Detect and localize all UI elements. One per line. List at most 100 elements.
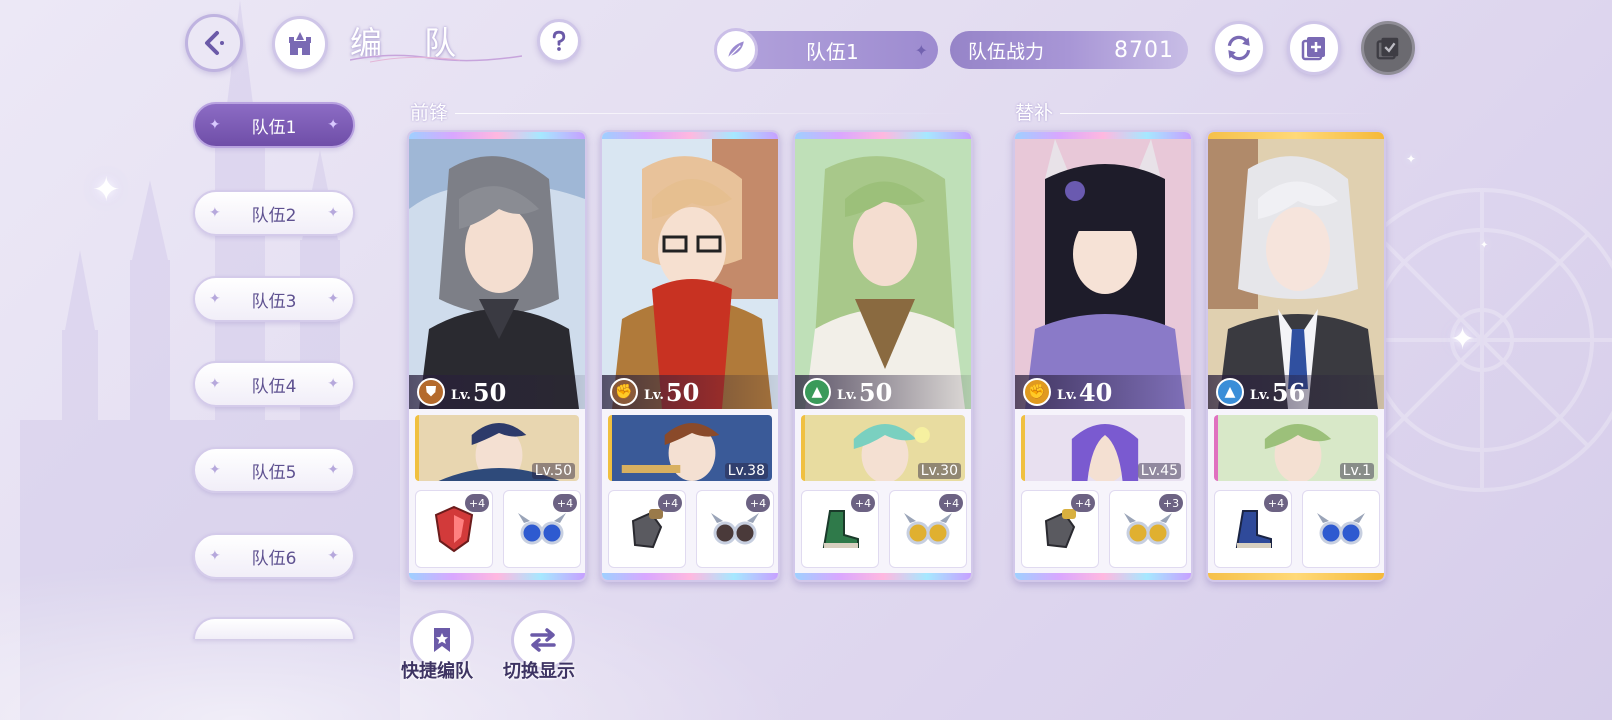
equip-plus: +4 bbox=[658, 494, 682, 512]
partner-slot[interactable]: Lv.50 bbox=[415, 415, 579, 481]
partner-level: Lv.1 bbox=[1339, 463, 1374, 479]
refresh-button[interactable] bbox=[1212, 21, 1266, 75]
equip-slot-2[interactable]: +4 bbox=[889, 490, 967, 568]
section-label-reserve: 替补 bbox=[1015, 102, 1054, 124]
equip-slot-1[interactable]: +4 bbox=[415, 490, 493, 568]
character-card-5[interactable]: ▲ Lv. 56 Lv.1 +4 bbox=[1206, 130, 1386, 582]
equip-plus: +4 bbox=[939, 494, 963, 512]
help-button[interactable] bbox=[537, 19, 581, 63]
partner-level: Lv.38 bbox=[724, 463, 768, 479]
team-power: 队伍战力 8701 bbox=[950, 31, 1188, 69]
character-level: 50 bbox=[858, 377, 893, 407]
team-tab-label: 队伍3 bbox=[251, 291, 297, 312]
level-prefix: Lv. bbox=[1057, 387, 1077, 403]
character-portrait bbox=[602, 139, 778, 409]
fist-class-icon: ✊ bbox=[1023, 378, 1051, 406]
team-tab-label: 队伍4 bbox=[251, 376, 297, 397]
sparkle-icon: ✦ bbox=[327, 462, 339, 478]
sparkle-icon: ✦ bbox=[209, 205, 221, 221]
current-team-name: 队伍1 bbox=[806, 39, 859, 64]
boot-class-icon: ▲ bbox=[803, 378, 831, 406]
partner-slot[interactable]: Lv.1 bbox=[1214, 415, 1378, 481]
fist-class-icon: ✊ bbox=[610, 378, 638, 406]
partner-level: Lv.45 bbox=[1137, 463, 1181, 479]
equip-slot-1[interactable]: +4 bbox=[801, 490, 879, 568]
sparkle-icon: ✦ bbox=[327, 376, 339, 392]
character-level: 50 bbox=[472, 377, 507, 407]
add-team-button[interactable] bbox=[1287, 21, 1341, 75]
sparkle-icon: ✦ bbox=[1450, 322, 1476, 357]
character-card-3[interactable]: ▲ Lv. 50 Lv.30 +4 +4 bbox=[793, 130, 973, 582]
switch-display-label: 切换显示 bbox=[503, 661, 575, 682]
team-tab-5[interactable]: ✦ 队伍5 ✦ bbox=[193, 447, 355, 493]
partner-slot[interactable]: Lv.30 bbox=[801, 415, 965, 481]
character-card-2[interactable]: ✊ Lv. 50 Lv.38 +4 +4 bbox=[600, 130, 780, 582]
shield-class-icon: ⛊ bbox=[417, 378, 445, 406]
sparkle-icon: ✦ bbox=[209, 376, 221, 392]
team-tab-1[interactable]: ✦ 队伍1 ✦ bbox=[193, 102, 355, 148]
add-copy-icon bbox=[1301, 37, 1325, 61]
sparkle-icon: ✦ bbox=[327, 548, 339, 564]
equip-slot-2[interactable]: +4 bbox=[503, 490, 581, 568]
back-button[interactable] bbox=[185, 14, 243, 72]
character-portrait bbox=[1015, 139, 1191, 409]
level-bar: ▲ Lv. 56 bbox=[1208, 375, 1384, 409]
team-tab-2[interactable]: ✦ 队伍2 ✦ bbox=[193, 190, 355, 236]
equip-plus: +4 bbox=[746, 494, 770, 512]
character-card-1[interactable]: ⛊ Lv. 50 Lv.50 +4 +4 bbox=[407, 130, 587, 582]
partner-slot[interactable]: Lv.45 bbox=[1021, 415, 1185, 481]
team-tab-4[interactable]: ✦ 队伍4 ✦ bbox=[193, 361, 355, 407]
character-level: 40 bbox=[1078, 377, 1113, 407]
equip-plus: +4 bbox=[851, 494, 875, 512]
feather-icon bbox=[727, 41, 744, 59]
equip-slot-1[interactable]: +4 bbox=[608, 490, 686, 568]
title-underline-decoration bbox=[350, 54, 522, 63]
equip-slot-2[interactable]: +4 bbox=[696, 490, 774, 568]
equip-plus: +4 bbox=[1264, 494, 1288, 512]
sparkle-icon: ✦ bbox=[1406, 152, 1417, 166]
boot-class-icon: ▲ bbox=[1216, 378, 1244, 406]
question-icon bbox=[552, 30, 566, 51]
sparkle-icon: ✦ bbox=[209, 548, 221, 564]
character-card-4[interactable]: ✊ Lv. 40 Lv.45 +4 +3 bbox=[1013, 130, 1193, 582]
level-prefix: Lv. bbox=[451, 387, 471, 403]
partner-level: Lv.30 bbox=[917, 463, 961, 479]
team-tab-7-partial[interactable] bbox=[193, 617, 355, 639]
partner-slot[interactable]: Lv.38 bbox=[608, 415, 772, 481]
bookmark-star-icon bbox=[434, 628, 450, 652]
equip-plus: +4 bbox=[1071, 494, 1095, 512]
swap-arrows-icon bbox=[530, 628, 556, 652]
team-selector[interactable]: 队伍1 ✦ bbox=[714, 28, 938, 72]
sparkle-icon: ✦ bbox=[92, 170, 121, 210]
section-divider bbox=[1060, 113, 1380, 114]
team-tab-label: 队伍6 bbox=[251, 548, 297, 569]
checklist-icon bbox=[1376, 37, 1399, 60]
equip-slot-2[interactable]: +3 bbox=[1109, 490, 1187, 568]
team-emblem bbox=[714, 28, 758, 72]
level-prefix: Lv. bbox=[644, 387, 664, 403]
castle-icon bbox=[289, 32, 311, 55]
character-level: 56 bbox=[1271, 377, 1306, 407]
equip-slot-2[interactable] bbox=[1302, 490, 1380, 568]
character-level: 50 bbox=[665, 377, 700, 407]
sparkle-icon: ✦ bbox=[1480, 240, 1489, 251]
team-tab-6[interactable]: ✦ 队伍6 ✦ bbox=[193, 533, 355, 579]
team-tab-3[interactable]: ✦ 队伍3 ✦ bbox=[193, 276, 355, 322]
confirm-button[interactable] bbox=[1361, 21, 1415, 75]
equip-slot-1[interactable]: +4 bbox=[1021, 490, 1099, 568]
character-portrait bbox=[409, 139, 585, 409]
refresh-icon bbox=[1227, 35, 1251, 61]
blue-wings-icon bbox=[1317, 513, 1365, 545]
level-bar: ⛊ Lv. 50 bbox=[409, 375, 585, 409]
team-tab-label: 队伍2 bbox=[251, 205, 297, 226]
equip-plus: +4 bbox=[553, 494, 577, 512]
team-power-value: 8701 bbox=[1114, 37, 1174, 63]
equip-plus: +4 bbox=[465, 494, 489, 512]
equip-slot-1[interactable]: +4 bbox=[1214, 490, 1292, 568]
level-bar: ✊ Lv. 50 bbox=[602, 375, 778, 409]
sparkle-icon: ✦ bbox=[327, 117, 339, 133]
home-button[interactable] bbox=[272, 16, 328, 72]
sparkle-icon: ✦ bbox=[327, 291, 339, 307]
character-portrait bbox=[1208, 139, 1384, 409]
sparkle-icon: ✦ bbox=[327, 205, 339, 221]
